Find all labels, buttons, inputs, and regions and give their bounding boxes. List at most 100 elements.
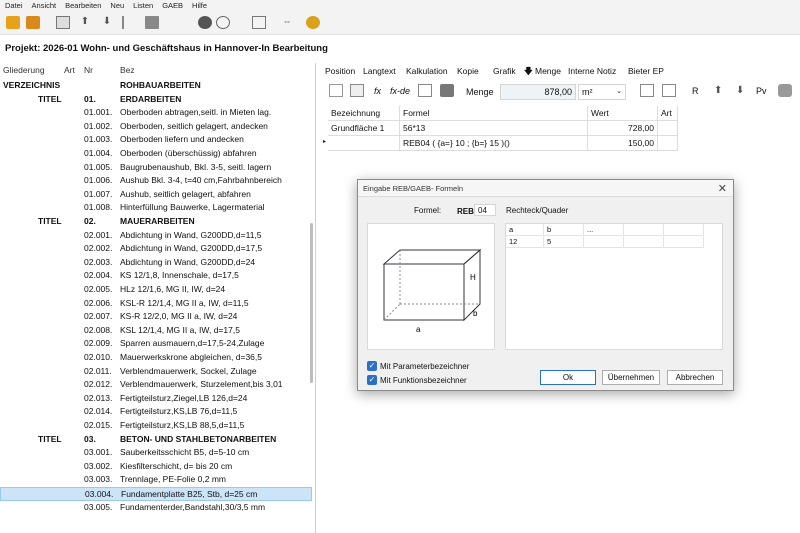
cell-art[interactable] [658,121,678,136]
arrow-up-icon[interactable]: ⬆ [78,16,92,29]
r-button[interactable]: R [692,86,699,96]
export-icon[interactable] [662,84,676,97]
cell-wert[interactable]: 728,00 [588,121,658,136]
move-down-icon[interactable]: ⬇ [736,85,744,96]
table-icon[interactable] [350,84,364,97]
close-icon[interactable]: ✕ [718,182,727,195]
fx-button[interactable]: fx [374,86,381,96]
table-icon[interactable] [56,16,70,29]
menu-gaeb[interactable]: GAEB [157,0,187,10]
document-icon[interactable] [418,84,432,97]
cell-bezeichnung[interactable]: Grundfläche 1 [328,121,400,136]
list-icon[interactable] [122,16,136,29]
tree-row[interactable]: 02.006. KSL-R 12/1,4, MG II a, IW, d=11,5 [0,297,312,311]
col-formel[interactable]: Formel [400,106,588,121]
menu-bearbeiten[interactable]: Bearbeiten [60,0,105,10]
tree-row[interactable]: 02.001. Abdichtung in Wand, G200DD,d=11,5 [0,229,312,243]
tree-row[interactable]: 03.005. Fundamenterder,Bandstahl,30/3,5 m… [0,501,312,515]
cell-formel[interactable]: REB04 ( {a=} 10 ; {b=} 15 )() [400,136,588,151]
tab-position[interactable]: Position [325,66,355,76]
tree-row[interactable]: 02.003. Abdichtung in Wand, G200DD,d=24 [0,256,312,270]
coin-icon[interactable] [306,16,320,29]
tree-row[interactable]: VERZEICHNIS ROHBAUARBEITEN [0,79,312,93]
tree-row[interactable]: TITEL 02. MAUERARBEITEN [0,215,312,229]
cell-formel[interactable]: 56*13 [400,121,588,136]
param-field[interactable] [624,236,664,248]
tab-interne-notiz[interactable]: Interne Notiz [568,66,616,76]
tree-row[interactable]: 02.013. Fertigteilsturz,Ziegel,LB 126,d=2… [0,392,312,406]
menu-hilfe[interactable]: Hilfe [187,0,211,10]
tree-row[interactable]: 02.011. Verblendmauerwerk, Sockel, Zulage [0,365,312,379]
tree-row[interactable]: 03.002. Kiesfilterschicht, d= bis 20 cm [0,460,312,474]
abbrechen-button[interactable]: Abbrechen [667,370,723,385]
menu-datei[interactable]: Datei [0,0,27,10]
param-a-field[interactable]: 12 [506,236,544,248]
tree-row[interactable]: 01.004. Oberboden (überschüssig) abfahren [0,147,312,161]
tab-kopie[interactable]: Kopie [457,66,479,76]
header-gliederung[interactable]: Gliederung [3,65,45,75]
fx-de-button[interactable]: fx-de [390,86,410,96]
link-icon[interactable]: ⇔ [280,16,294,29]
tree-row[interactable]: 02.004. KS 12/1,8, Innenschale, d=17,5 [0,269,312,283]
tree-row[interactable]: 02.002. Abdichtung in Wand, G200DD,d=17,5 [0,242,312,256]
tab-grafik[interactable]: Grafik [493,66,516,76]
boxes-icon[interactable] [26,16,40,29]
tree-row[interactable]: 02.014. Fertigteilsturz,KS,LB 76,d=11,5 [0,405,312,419]
uebernehmen-button[interactable]: Übernehmen [602,370,660,385]
cell-wert[interactable]: 150,00 [588,136,658,151]
menu-ansicht[interactable]: Ansicht [27,0,61,10]
globe-icon[interactable] [198,16,212,29]
menge-field[interactable]: 878,00 [500,84,576,100]
tree-row[interactable]: 01.008. Hinterfüllung Bauwerke, Lagermate… [0,201,312,215]
menu-neu[interactable]: Neu [105,0,128,10]
col-wert[interactable]: Wert [588,106,658,121]
unit-select[interactable]: m² ⌄ [578,84,626,100]
open-icon[interactable] [6,16,20,29]
cell-art[interactable] [658,136,678,151]
move-up-icon[interactable]: ⬆ [714,85,722,96]
col-art[interactable]: Art [658,106,678,121]
tab-kalkulation[interactable]: Kalkulation [406,66,448,76]
tree-row[interactable]: TITEL 03. BETON- UND STAHLBETONARBEITEN [0,433,312,447]
tree-row[interactable]: TITEL 01. ERDARBEITEN [0,93,312,107]
ok-button[interactable]: Ok [540,370,596,385]
calculator-icon[interactable] [145,16,159,29]
tree-row[interactable]: 02.009. Sparren ausmauern,d=17,5-24,Zulag… [0,337,312,351]
menu-listen[interactable]: Listen [128,0,157,10]
tree-row[interactable]: 03.004. Fundamentplatte B25, Stb, d=25 cm [0,487,312,501]
tab-bieter-ep[interactable]: Bieter EP [628,66,664,76]
tab-menge[interactable]: Menge [535,66,561,76]
tree-row[interactable]: 01.006. Aushub Bkl. 3-4, t=40 cm,Fahrbahn… [0,174,312,188]
tree-row[interactable]: 02.015. Fertigteilsturz,KS,LB 88,5,d=11,5 [0,419,312,433]
import-icon[interactable] [640,84,654,97]
arrow-down-icon[interactable]: ⬇ [100,16,114,29]
tree-row[interactable]: 01.002. Oberboden, seitlich gelagert, and… [0,120,312,134]
tab-langtext[interactable]: Langtext [363,66,396,76]
reb-number-field[interactable]: 04 [474,204,496,216]
tree-row[interactable]: 02.007. KS-R 12/2,0, MG II a, IW, d=24 [0,310,312,324]
tree-row[interactable]: 02.012. Verblendmauerwerk, Sturzelement,b… [0,378,312,392]
header-bez[interactable]: Bez [120,65,135,75]
tree-row[interactable]: 01.007. Aushub, seitlich gelagert, abfahr… [0,188,312,202]
param-b-field[interactable]: 5 [544,236,584,248]
col-bezeichnung[interactable]: Bezeichnung [328,106,400,121]
pv-button[interactable]: Pv [756,86,767,96]
header-art[interactable]: Art [64,65,75,75]
checkbox-funktionsbezeichner[interactable]: ✓ [367,375,377,385]
tree-row[interactable]: 03.003. Trennlage, PE-Folie 0,2 mm [0,473,312,487]
new-document-icon[interactable] [329,84,343,97]
param-field[interactable] [664,236,704,248]
cell-bezeichnung[interactable] [328,136,400,151]
tree-row[interactable]: 03.001. Sauberkeitsschicht B5, d=5-10 cm [0,446,312,460]
tree-row[interactable]: 01.003. Oberboden liefern und andecken [0,133,312,147]
window-icon[interactable] [252,16,266,29]
checkbox-parameterbezeichner[interactable]: ✓ [367,361,377,371]
cube-icon[interactable] [778,84,792,97]
tree-row[interactable]: 02.010. Mauerwerkskrone abgleichen, d=36,… [0,351,312,365]
tree-row[interactable]: 02.008. KSL 12/1,4, MG II a, IW, d=17,5 [0,324,312,338]
tree-row[interactable]: 02.005. HLz 12/1,6, MG II, IW, d=24 [0,283,312,297]
tree-row[interactable]: 01.001. Oberboden abtragen,seitl. in Miet… [0,106,312,120]
param-field[interactable] [584,236,624,248]
header-nr[interactable]: Nr [84,65,93,75]
settings-dropdown-icon[interactable] [216,16,230,29]
